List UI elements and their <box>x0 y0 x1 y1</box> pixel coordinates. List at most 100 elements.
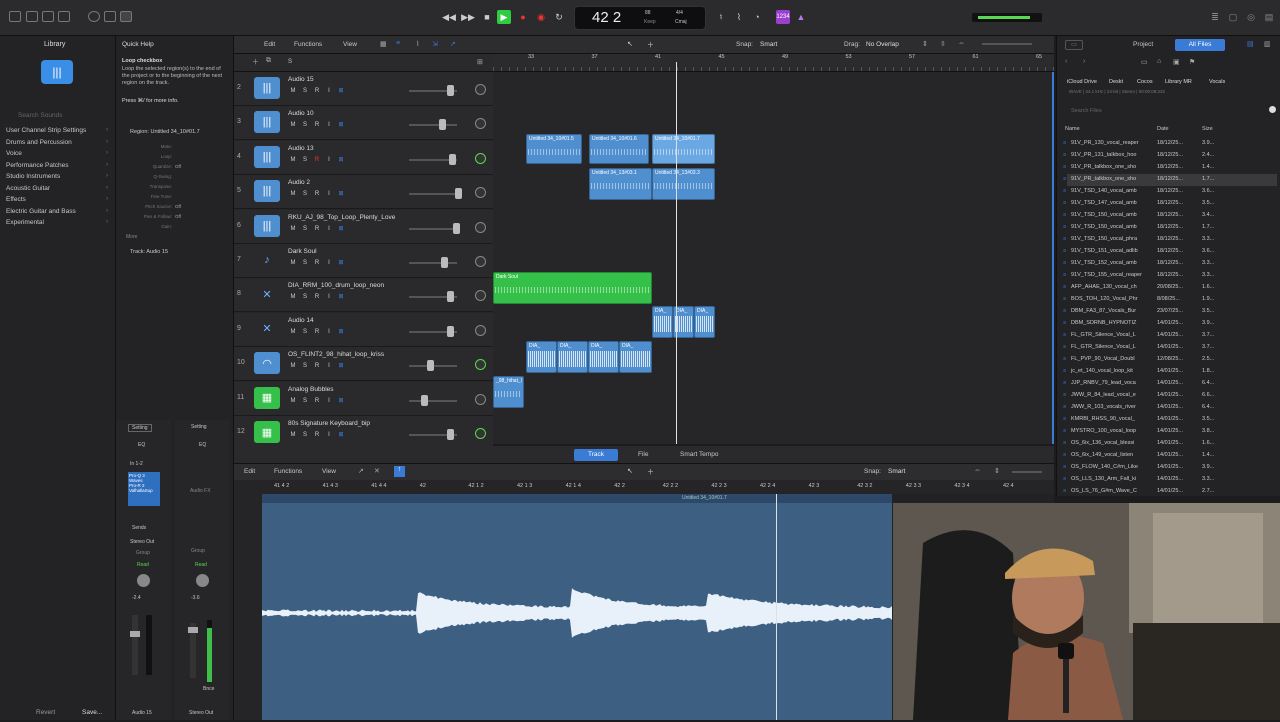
file-row[interactable]: ≡ MYSTRO_100_vocal_loop 14/01/25... 3.8... <box>1067 426 1277 438</box>
track-name[interactable]: 80s Signature Keyboard_bip <box>288 420 370 427</box>
pan-knob[interactable] <box>475 222 486 233</box>
input-monitor-button[interactable]: I <box>325 362 333 370</box>
drum-sticks-icon[interactable]: ✕ <box>254 318 280 340</box>
track-header[interactable]: 11 ▦ Analog Bubbles M S R I ⊠ <box>234 382 493 416</box>
zoom-horizontal-icon[interactable]: ⇔ <box>958 40 965 47</box>
plugin-slots[interactable]: Pro-Q 3 Waves Pro-R 2 ValhallaSup <box>128 472 160 506</box>
editor-view-menu[interactable]: View <box>322 468 336 475</box>
solo-button[interactable]: S <box>301 293 309 301</box>
record-enable-button[interactable]: R <box>313 190 321 198</box>
col-name[interactable]: Name <box>1065 126 1080 132</box>
solo-button[interactable]: S <box>301 362 309 370</box>
regions-canvas[interactable]: Untitled 34_10#01.5 Untitled 34_10#01.6 Un… <box>493 72 1054 444</box>
pointer-tool-icon[interactable]: ↗ <box>450 40 458 48</box>
smart-controls-icon[interactable] <box>88 11 100 22</box>
file-row[interactable]: ≡ 91V_TSD_155_vocal_reaper 18/12/25... 3.3.… <box>1067 270 1277 282</box>
mute-button[interactable]: M <box>289 362 297 370</box>
file-row[interactable]: ≡ 91V_TSD_150_vocal_phra 18/12/25... 3.3... <box>1067 234 1277 246</box>
track-name[interactable]: Audio 2 <box>288 179 310 186</box>
back-icon[interactable]: ‹ <box>1065 58 1067 65</box>
zoom-vertical-icon[interactable]: ⇳ <box>940 40 946 48</box>
flex-icon[interactable]: ⌇ <box>416 40 424 48</box>
param-value[interactable]: Off <box>175 214 181 219</box>
notepad-icon[interactable]: ▢ <box>1226 10 1240 24</box>
audio-region[interactable]: Untitled 34_13#03.1 <box>589 168 652 200</box>
volume-fader[interactable] <box>409 262 457 264</box>
keyboard-icon[interactable]: ▦ <box>254 387 280 409</box>
grid-icon[interactable]: ▦ <box>380 40 388 48</box>
file-row[interactable]: ≡ DBM_FA3_87_Vocals_Bur 23/07/25... 3.5... <box>1067 306 1277 318</box>
track-name[interactable]: Audio 10 <box>288 110 314 117</box>
file-row[interactable]: ≡ 91V_TSD_147_vocal_amb 18/12/25... 3.5... <box>1067 198 1277 210</box>
library-category[interactable]: Acoustic Guitar <box>6 185 50 192</box>
volume-fader[interactable] <box>409 193 457 195</box>
audio-region[interactable]: Untitled 34_10#01.5 <box>526 134 582 164</box>
record-enable-button[interactable]: R <box>313 362 321 370</box>
track-name[interactable]: Audio 15 <box>288 76 314 83</box>
file-row[interactable]: ≡ FL_GTR_Silence_Vocal_L 14/01/25... 3.7... <box>1067 342 1277 354</box>
track-freeze-icon[interactable]: ⊠ <box>337 431 345 439</box>
editor-add-icon[interactable]: ＋ <box>647 467 654 477</box>
library-category[interactable]: User Channel Strip Settings <box>6 127 86 134</box>
search-options-icon[interactable] <box>1269 106 1276 113</box>
solo-button[interactable]: S <box>301 225 309 233</box>
file-row[interactable]: ≡ 91V_TSD_150_vocal_amb 18/12/25... 1.7... <box>1067 222 1277 234</box>
track-freeze-icon[interactable]: ⊠ <box>337 87 345 95</box>
browser-search-input[interactable]: Search Files <box>1071 108 1102 114</box>
track-header[interactable]: 12 ▦ 80s Signature Keyboard_bip M S R I ⊠ <box>234 416 493 450</box>
global-solo-icon[interactable]: S <box>288 59 292 65</box>
pan-knob[interactable] <box>475 84 486 95</box>
keyboard-icon[interactable]: ▦ <box>254 421 280 443</box>
library-category[interactable]: Electric Guitar and Bass <box>6 208 76 215</box>
group-slot[interactable]: Group <box>191 548 205 554</box>
eq-button[interactable]: EQ <box>199 442 206 448</box>
track-freeze-icon[interactable]: ⊠ <box>337 225 345 233</box>
track-header[interactable]: 5 ||| Audio 2 M S R I ⊠ <box>234 175 493 209</box>
automation-read[interactable]: Read <box>137 562 149 568</box>
inspector-toggle-icon[interactable] <box>26 11 38 22</box>
editor-playhead[interactable] <box>776 494 777 720</box>
play-button[interactable]: ▶ <box>497 10 511 24</box>
waveform-display[interactable] <box>262 503 892 720</box>
input-monitor-button[interactable]: I <box>325 121 333 129</box>
favorites-icon[interactable]: ⚑ <box>1189 58 1195 66</box>
library-category[interactable]: Studio Instruments <box>6 173 60 180</box>
library-category[interactable]: Effects <box>6 196 26 203</box>
record-enable-button[interactable]: R <box>313 293 321 301</box>
record-enable-button[interactable]: R <box>313 328 321 336</box>
file-row[interactable]: ≡ 91V_TSD_151_vocal_adlib 18/12/25... 3.6..… <box>1067 246 1277 258</box>
solo-button[interactable]: S <box>301 87 309 95</box>
breadcrumb-segment[interactable]: Cocos <box>1137 79 1153 85</box>
list-editors-icon[interactable]: ≣ <box>1208 10 1222 24</box>
input-monitor-button[interactable]: I <box>325 87 333 95</box>
record-button[interactable]: ● <box>516 10 530 24</box>
audio-region[interactable]: Dark Soul <box>493 272 652 304</box>
input-monitor-button[interactable]: I <box>325 225 333 233</box>
mute-button[interactable]: M <box>289 328 297 336</box>
revert-button[interactable]: Revert <box>36 709 55 716</box>
file-row[interactable]: ≡ 91V_PR_talkbox_one_sho 18/12/25... 1.4... <box>1067 162 1277 174</box>
track-header[interactable]: 4 ||| Audio 13 M S R I ⊠ <box>234 141 493 175</box>
mute-button[interactable]: M <box>289 397 297 405</box>
rewind-icon[interactable]: ◀◀ <box>442 10 456 24</box>
mute-button[interactable]: M <box>289 156 297 164</box>
volume-fader[interactable] <box>132 615 138 675</box>
track-freeze-icon[interactable]: ⊠ <box>337 121 345 129</box>
waveform-icon[interactable]: ||| <box>254 77 280 99</box>
add-track-icon[interactable]: ＋ <box>252 57 259 67</box>
editor-zoom-icon[interactable]: ⇔ <box>974 467 981 474</box>
track-header[interactable]: 3 ||| Audio 10 M S R I ⊠ <box>234 106 493 140</box>
editor-ruler[interactable]: 41 4 2 41 4 3 41 4 4 42 42 1 2 42 1 3 42 1 4 42… <box>234 480 1054 494</box>
volume-fader-knob[interactable] <box>441 257 448 268</box>
solo-button[interactable]: S <box>301 156 309 164</box>
input-monitor-button[interactable]: I <box>325 190 333 198</box>
record-enable-button[interactable]: R <box>313 121 321 129</box>
audio-region[interactable]: DIA_ <box>619 341 652 373</box>
track-freeze-icon[interactable]: ⊠ <box>337 190 345 198</box>
add-icon[interactable]: ＋ <box>647 40 655 48</box>
quick-help-icon[interactable] <box>42 11 54 22</box>
tab-track[interactable]: Track <box>574 449 618 461</box>
editor-zoom-v-icon[interactable]: ⇕ <box>994 467 1000 475</box>
waveform-icon[interactable]: ||| <box>254 180 280 202</box>
guitar-icon[interactable]: ♪ <box>254 249 280 271</box>
